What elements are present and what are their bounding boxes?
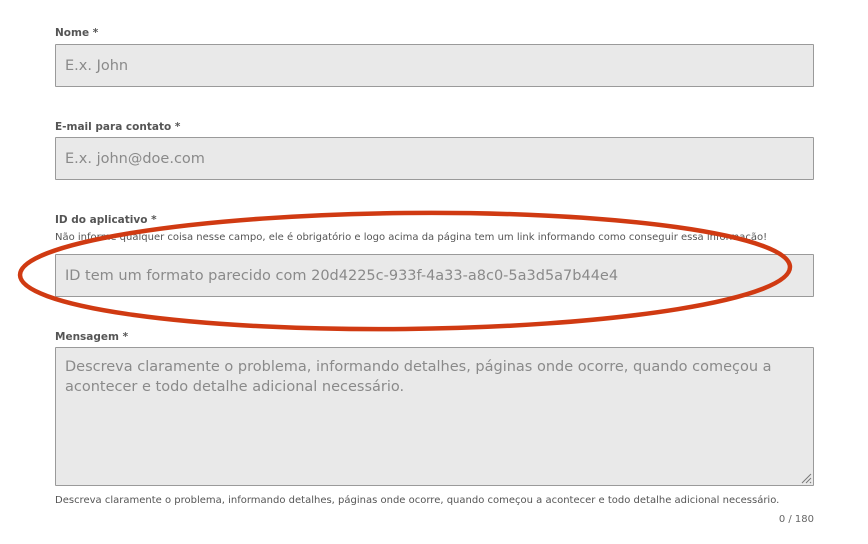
- message-helper-text: Descreva claramente o problema, informan…: [55, 495, 780, 506]
- resize-handle-icon[interactable]: [800, 472, 812, 484]
- app-id-label: ID do aplicativo *: [55, 214, 157, 226]
- app-id-input[interactable]: [55, 254, 814, 297]
- message-label: Mensagem *: [55, 331, 129, 343]
- app-id-hint: Não informe qualquer coisa nesse campo, …: [55, 232, 768, 243]
- message-textarea[interactable]: [55, 347, 814, 486]
- name-input[interactable]: [55, 44, 814, 87]
- character-counter: 0 / 180: [778, 514, 814, 525]
- name-label: Nome *: [55, 27, 99, 39]
- email-label: E-mail para contato *: [55, 121, 181, 133]
- email-input[interactable]: [55, 137, 814, 180]
